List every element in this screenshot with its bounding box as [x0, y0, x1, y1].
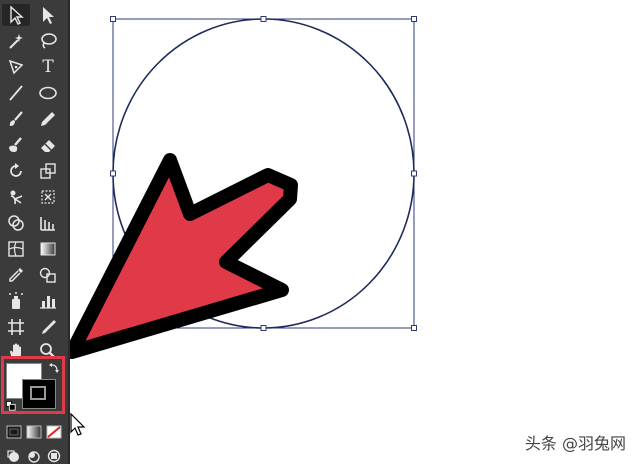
rotate-tool-button[interactable] — [2, 160, 30, 182]
symbol-sprayer-icon — [9, 292, 23, 309]
color-icon — [6, 425, 22, 439]
magic-wand-tool-button[interactable] — [2, 30, 30, 52]
mesh-tool-button[interactable] — [2, 238, 30, 260]
color-mode-button[interactable] — [6, 424, 22, 439]
artboard-tool-button[interactable] — [2, 316, 30, 338]
eraser-icon — [41, 140, 55, 152]
eyedropper-icon — [9, 268, 23, 282]
draw-inside-button[interactable] — [46, 448, 62, 463]
scale-icon — [40, 163, 56, 179]
default-fill-stroke-icon[interactable] — [6, 401, 16, 411]
blend-icon — [39, 267, 56, 283]
none-icon — [46, 425, 62, 439]
draw-normal-button[interactable] — [6, 448, 22, 462]
watermark: 头条 @羽兔网 — [524, 434, 626, 453]
gradient-tool-button[interactable] — [34, 238, 62, 260]
selection-arrow-icon — [10, 5, 24, 25]
artboard-canvas[interactable] — [70, 0, 640, 464]
blend-tool-button[interactable] — [34, 264, 62, 286]
slice-icon — [42, 320, 56, 334]
puppet-warp-icon — [10, 190, 23, 205]
pen-icon — [8, 59, 24, 75]
shape-builder-tool-button[interactable] — [2, 212, 30, 234]
gradient-mode-icon — [26, 425, 42, 439]
lasso-icon — [41, 33, 57, 49]
slice-tool-button[interactable] — [34, 316, 62, 338]
column-graph-icon — [40, 296, 56, 309]
ellipse-icon — [39, 86, 57, 100]
gradient-icon — [40, 242, 56, 256]
direct-selection-arrow-icon — [43, 7, 54, 24]
artwork — [70, 16, 417, 359]
blob-brush-icon — [9, 137, 22, 152]
direct-selection-tool-button[interactable] — [34, 4, 62, 26]
blob-brush-tool-button[interactable] — [2, 134, 30, 156]
stroke-swatch[interactable] — [22, 379, 56, 409]
gradient-mode-button[interactable] — [26, 424, 42, 439]
line-segment-tool-button[interactable] — [2, 82, 30, 104]
mesh-icon — [8, 241, 24, 257]
rotate-icon — [10, 163, 22, 177]
annotation-arrow — [70, 153, 298, 359]
shape-builder-icon — [8, 215, 24, 231]
symbol-sprayer-tool-button[interactable] — [2, 290, 30, 312]
artboard-icon — [8, 319, 24, 335]
selection-tool-button[interactable] — [2, 4, 30, 26]
free-transform-tool-button[interactable] — [34, 186, 62, 208]
line-segment-icon — [9, 85, 23, 101]
draw-inside-icon — [47, 449, 61, 463]
puppet-warp-tool-button[interactable] — [2, 186, 30, 208]
mouse-cursor-icon — [70, 412, 86, 436]
fill-stroke-highlight — [1, 356, 65, 414]
draw-behind-icon — [28, 451, 40, 463]
pencil-tool-button[interactable] — [34, 108, 62, 130]
none-mode-button[interactable] — [46, 424, 62, 439]
pen-tool-button[interactable] — [2, 56, 30, 78]
type-tool-button[interactable]: T — [34, 56, 62, 78]
swap-fill-stroke-icon[interactable] — [48, 362, 60, 374]
pencil-icon — [41, 112, 55, 126]
draw-normal-icon — [7, 450, 19, 462]
column-graph-tool-button[interactable] — [34, 290, 62, 312]
scale-tool-button[interactable] — [34, 160, 62, 182]
type-icon: T — [42, 57, 54, 77]
perspective-grid-icon — [40, 217, 55, 231]
free-transform-icon — [41, 190, 55, 204]
eraser-tool-button[interactable] — [34, 134, 62, 156]
magic-wand-icon — [9, 34, 23, 49]
eyedropper-tool-button[interactable] — [2, 264, 30, 286]
lasso-tool-button[interactable] — [34, 30, 62, 52]
tools-panel: T — [0, 0, 70, 464]
perspective-grid-tool-button[interactable] — [34, 212, 62, 234]
draw-behind-button[interactable] — [26, 448, 42, 463]
paintbrush-icon — [9, 111, 23, 126]
ellipse-tool-button[interactable] — [34, 82, 62, 104]
paintbrush-tool-button[interactable] — [2, 108, 30, 130]
